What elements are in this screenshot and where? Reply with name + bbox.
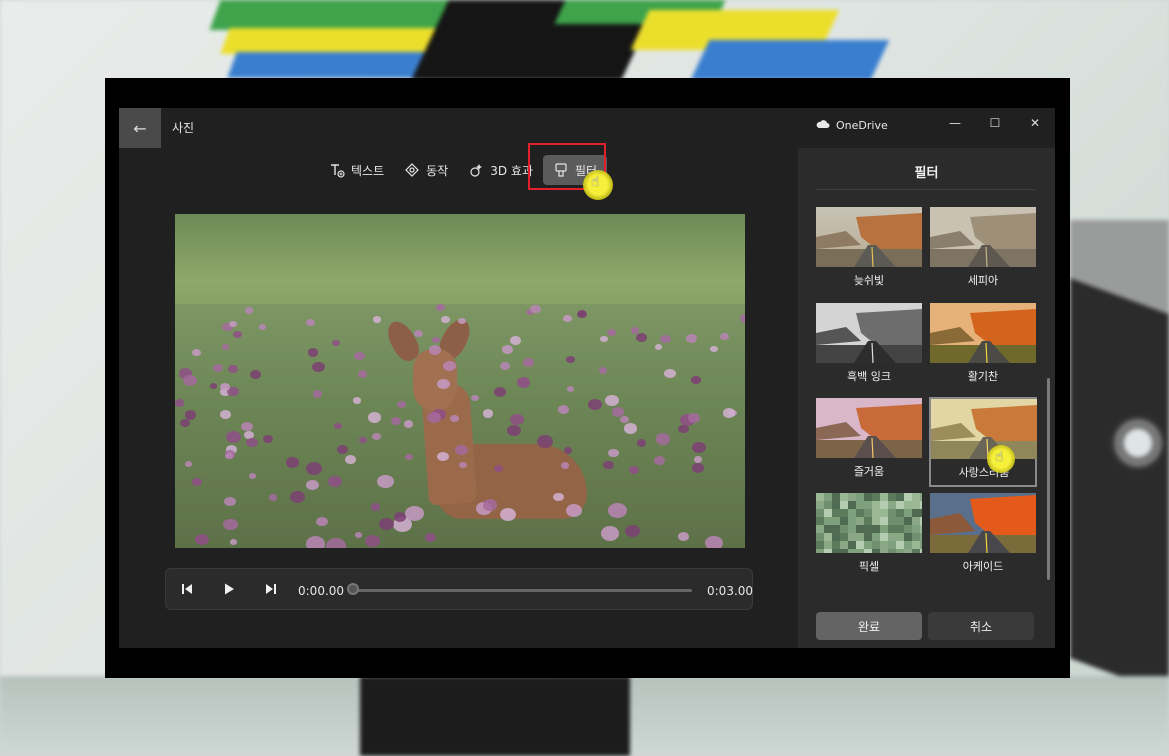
back-button[interactable]: ←	[119, 108, 161, 148]
filter-thumbnail	[930, 493, 1036, 553]
step-back-icon	[182, 584, 192, 594]
divider	[816, 189, 1036, 190]
tool-label: 텍스트	[351, 163, 385, 178]
filter-option[interactable]: 즐거움	[816, 398, 922, 486]
filter-option[interactable]: 흑백 잉크	[816, 303, 922, 391]
filter-label: 활기찬	[967, 370, 999, 383]
filter-label: 아케이드	[962, 560, 1004, 573]
hand-pointer-icon: ☝	[591, 174, 600, 190]
text-icon	[329, 162, 345, 178]
minimize-button[interactable]: —	[935, 112, 975, 134]
onedrive-status[interactable]: OneDrive	[816, 119, 888, 132]
filter-thumbnail	[816, 303, 922, 363]
play-button[interactable]	[220, 580, 238, 598]
filter-thumbnail	[930, 207, 1036, 267]
filter-label: 흑백 잉크	[847, 370, 891, 383]
app-title: 사진	[172, 121, 195, 135]
filter-label: 늦쉬빛	[853, 274, 885, 287]
seek-thumb[interactable]	[347, 583, 359, 595]
minimize-icon: —	[949, 116, 961, 130]
hand-pointer-icon: ☝	[995, 449, 1004, 465]
filter-label: 사랑스러움	[958, 466, 1010, 479]
done-button[interactable]: 완료	[816, 612, 922, 640]
previous-frame-button[interactable]	[178, 580, 196, 598]
tool-label: 동작	[426, 163, 449, 178]
panel-scrollbar[interactable]	[1047, 378, 1050, 580]
current-time: 0:00.00	[298, 584, 345, 598]
arrow-left-icon: ←	[133, 118, 147, 138]
tool-motion[interactable]: 동작	[394, 155, 458, 185]
seek-track[interactable]	[354, 589, 692, 592]
total-time: 0:03.00	[707, 584, 754, 598]
cloud-icon	[816, 119, 830, 132]
tool-text[interactable]: 텍스트	[319, 155, 394, 185]
photos-app-window: ← 사진 텍스트 동작 3D 효과 필터 ☝ 0:00.00 0:03.00 O…	[119, 108, 1055, 648]
3d-effects-icon	[468, 162, 484, 178]
maximize-icon: ☐	[989, 116, 1001, 130]
filter-option[interactable]: 활기찬	[930, 303, 1036, 391]
filter-option-selected[interactable]: 사랑스러움	[929, 397, 1037, 487]
playback-bar: 0:00.00 0:03.00	[165, 568, 753, 610]
filter-thumbnail	[816, 493, 922, 553]
filter-option[interactable]: 아케이드	[930, 493, 1036, 581]
maximize-button[interactable]: ☐	[975, 112, 1015, 134]
filter-panel: 필터 늦쉬빛 세피아 흑백 잉크 활기찬 즐거움 사랑스러움 픽셀 아케이드 완…	[798, 148, 1055, 648]
filter-label: 세피아	[967, 274, 999, 287]
onedrive-label: OneDrive	[836, 119, 888, 132]
motion-icon	[404, 162, 420, 178]
cancel-button[interactable]: 취소	[928, 612, 1034, 640]
play-icon	[225, 583, 234, 595]
filter-label: 즐거움	[853, 465, 885, 478]
filter-option[interactable]: 늦쉬빛	[816, 207, 922, 295]
filter-label: 픽셀	[858, 560, 880, 573]
close-icon: ✕	[1029, 116, 1041, 130]
filter-option[interactable]: 픽셀	[816, 493, 922, 581]
close-button[interactable]: ✕	[1015, 112, 1055, 134]
filter-thumbnail	[816, 207, 922, 267]
step-forward-icon	[266, 584, 276, 594]
filter-option[interactable]: 세피아	[930, 207, 1036, 295]
filter-thumbnail	[930, 303, 1036, 363]
next-frame-button[interactable]	[262, 580, 280, 598]
panel-title: 필터	[914, 166, 939, 181]
tool-label: 3D 효과	[490, 163, 533, 178]
photo-preview	[175, 214, 745, 548]
filter-thumbnail	[816, 398, 922, 458]
filter-thumbnail	[931, 399, 1037, 459]
